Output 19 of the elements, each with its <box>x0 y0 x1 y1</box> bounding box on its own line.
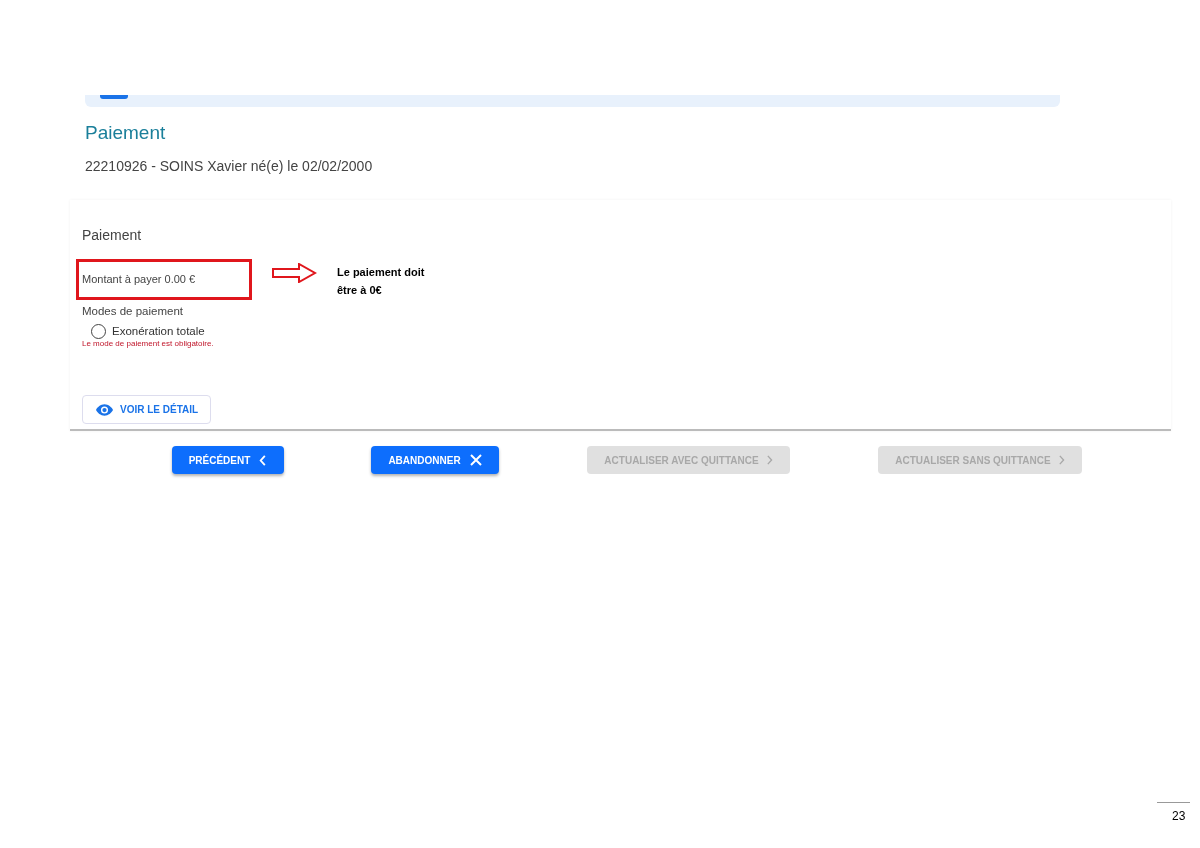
payment-modes-label: Modes de paiement <box>82 304 183 318</box>
error-message: Le mode de paiement est obligatoire. <box>82 339 214 350</box>
chevron-right-icon <box>1057 455 1065 465</box>
section-title: Paiement <box>82 226 142 244</box>
close-icon <box>469 454 482 466</box>
arrow-drawing <box>272 263 317 283</box>
page-title: Paiement <box>85 121 166 145</box>
patient-info: 22210926 - SOINS Xavier né(e) le 02/02/2000 <box>85 157 373 175</box>
tab-indicator <box>100 95 128 99</box>
action-button[interactable]: ABANDONNER <box>371 446 499 474</box>
annotation-note: Le paiement doit être à 0€ <box>337 265 425 298</box>
page-number: 23 <box>1172 808 1186 825</box>
eye-icon <box>96 403 113 416</box>
view-detail-button[interactable]: VOIR LE DÉTAIL <box>82 395 211 425</box>
radio-label[interactable]: Exonération totale <box>112 323 205 341</box>
chevron-left-icon <box>259 454 268 466</box>
chevron-right-icon <box>765 455 773 465</box>
amount-label: Montant à payer 0.00 € <box>82 272 196 288</box>
action-button[interactable]: PRÉCÉDENT <box>172 446 284 474</box>
